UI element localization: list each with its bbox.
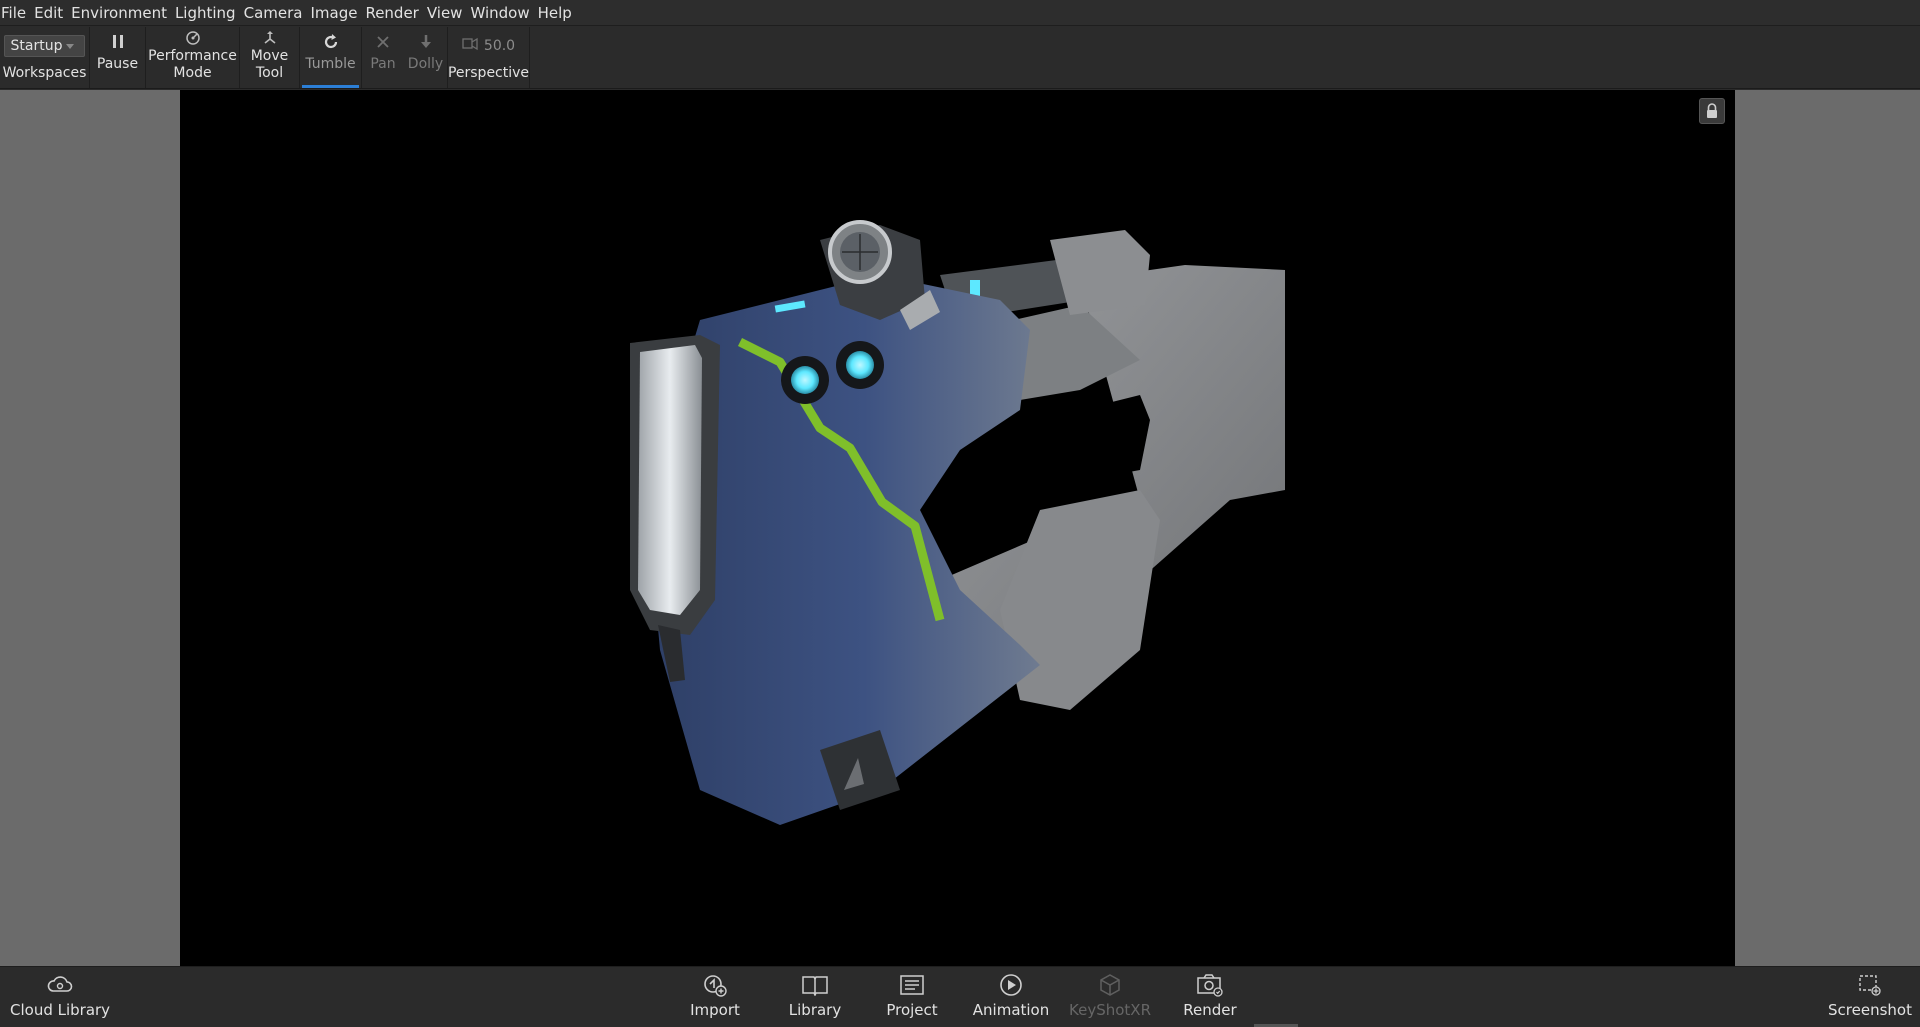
- pause-button[interactable]: Pause: [90, 27, 146, 88]
- render-camera-icon: [1196, 971, 1224, 999]
- menu-bar: File Edit Environment Lighting Camera Im…: [0, 0, 1920, 26]
- menu-render[interactable]: Render: [364, 0, 423, 26]
- rotate-icon: [321, 32, 341, 52]
- dolly-arrow-icon: [416, 32, 436, 52]
- workspaces-group: Startup Workspaces: [0, 27, 90, 88]
- workspace-dropdown[interactable]: Startup: [3, 35, 86, 57]
- performance-icon: [183, 28, 203, 48]
- menu-environment[interactable]: Environment: [70, 0, 172, 26]
- fov-field[interactable]: 50.0: [462, 35, 515, 57]
- library-button[interactable]: Library: [789, 971, 841, 1019]
- keyshotxr-label: KeyShotXR: [1069, 1001, 1151, 1019]
- pan-label: Pan: [370, 56, 396, 72]
- import-label: Import: [690, 1001, 740, 1019]
- screenshot-button[interactable]: Screenshot: [1828, 971, 1912, 1019]
- render-viewport[interactable]: [180, 90, 1735, 966]
- import-icon: [701, 971, 729, 999]
- work-area: [0, 90, 1920, 966]
- menu-image[interactable]: Image: [309, 0, 362, 26]
- project-icon: [898, 971, 926, 999]
- screenshot-icon: [1856, 971, 1884, 999]
- menu-lighting[interactable]: Lighting: [174, 0, 241, 26]
- screenshot-label: Screenshot: [1828, 1001, 1912, 1019]
- performance-mode-button[interactable]: Performance Mode: [146, 27, 240, 88]
- menu-window[interactable]: Window: [469, 0, 534, 26]
- dolly-button[interactable]: Dolly: [404, 27, 448, 88]
- tumble-button[interactable]: Tumble: [300, 27, 362, 88]
- animation-button[interactable]: Animation: [972, 971, 1050, 1019]
- render-label: Render: [1183, 1001, 1237, 1019]
- lock-icon: [1707, 103, 1717, 118]
- toolbar: Startup Workspaces Pause Performance Mod…: [0, 27, 1920, 89]
- keyshotxr-button[interactable]: KeyShotXR: [1069, 971, 1151, 1019]
- cloud-library-button[interactable]: Cloud Library: [10, 971, 110, 1019]
- project-label: Project: [886, 1001, 938, 1019]
- fov-icon: [462, 37, 478, 55]
- render-button[interactable]: Render: [1183, 971, 1237, 1019]
- lock-icon-button[interactable]: [1699, 98, 1725, 124]
- import-button[interactable]: Import: [690, 971, 740, 1019]
- tumble-label: Tumble: [305, 56, 356, 72]
- performance-label-1: Performance: [148, 48, 237, 64]
- pause-label: Pause: [96, 56, 139, 72]
- perspective-group: 50.0 Perspective: [448, 27, 530, 88]
- library-label: Library: [788, 1001, 842, 1019]
- cloud-library-label: Cloud Library: [10, 1001, 111, 1019]
- menu-camera[interactable]: Camera: [243, 0, 308, 26]
- move-tool-icon: [260, 28, 280, 48]
- rendered-model: [630, 220, 1285, 825]
- workspaces-label: Workspaces: [2, 65, 87, 81]
- move-tool-button[interactable]: Move Tool: [240, 27, 300, 88]
- pan-icon: [373, 32, 393, 52]
- pause-icon: [108, 32, 128, 52]
- cloud-icon: [46, 971, 74, 999]
- book-icon: [801, 971, 829, 999]
- project-button[interactable]: Project: [886, 971, 938, 1019]
- chevron-down-icon: [66, 43, 75, 49]
- menu-view[interactable]: View: [426, 0, 468, 26]
- move-label-2: Tool: [255, 65, 284, 81]
- menu-file[interactable]: File: [0, 0, 31, 26]
- bottom-bar: Cloud Library Import Library Project Ani…: [0, 966, 1920, 1027]
- menu-edit[interactable]: Edit: [33, 0, 68, 26]
- pan-button[interactable]: Pan: [362, 27, 404, 88]
- fov-value: 50.0: [483, 38, 516, 54]
- animation-play-icon: [997, 971, 1025, 999]
- move-label-1: Move: [250, 48, 289, 64]
- perspective-label[interactable]: Perspective: [448, 65, 529, 82]
- animation-label: Animation: [972, 1001, 1050, 1019]
- menu-help[interactable]: Help: [537, 0, 577, 26]
- cube-icon: [1096, 971, 1124, 999]
- dolly-label: Dolly: [407, 56, 444, 72]
- performance-label-2: Mode: [173, 65, 212, 81]
- workspace-value: Startup: [10, 38, 63, 54]
